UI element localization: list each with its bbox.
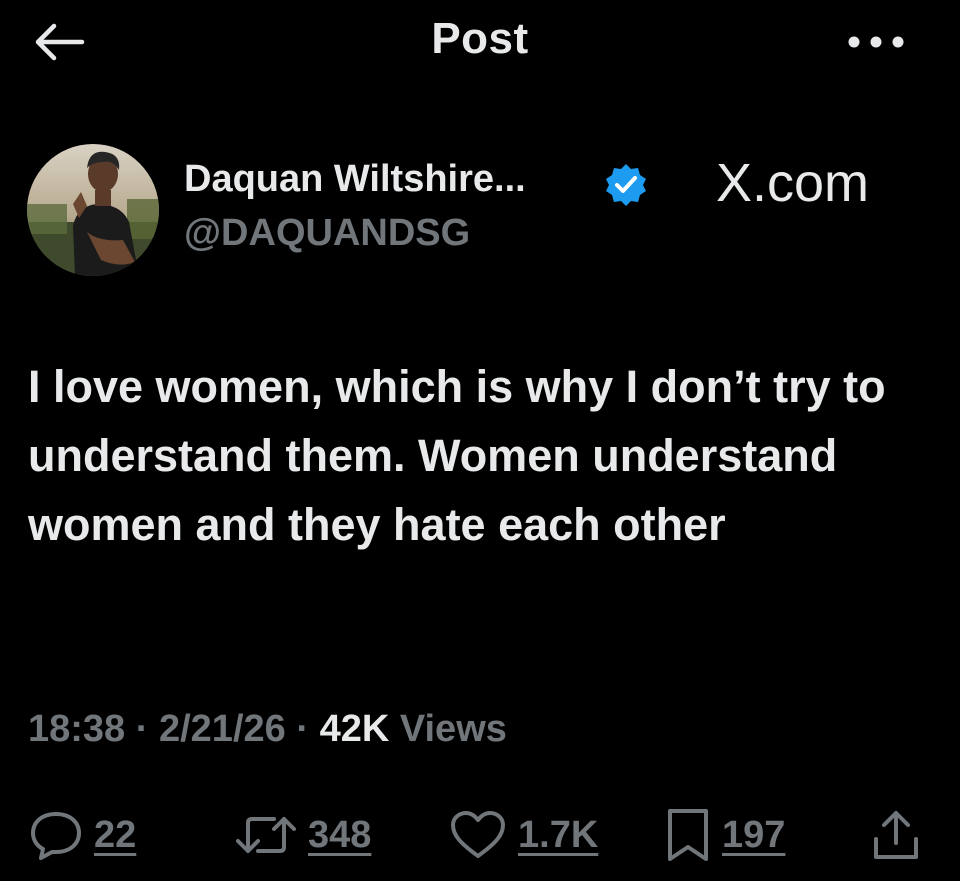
- post-date: 2/21/26: [158, 708, 286, 750]
- repost-button[interactable]: 348: [234, 800, 371, 870]
- author-display-name[interactable]: Daquan Wiltshire...: [184, 158, 526, 201]
- meta-separator: ·: [135, 708, 149, 750]
- avatar-photo: [27, 144, 159, 276]
- bookmark-icon: [668, 809, 708, 861]
- heart-icon: [451, 811, 505, 858]
- top-bar: Post: [0, 0, 960, 90]
- reply-button[interactable]: 22: [28, 800, 136, 870]
- like-button[interactable]: 1.7K: [448, 800, 598, 870]
- bookmark-count: 197: [722, 813, 786, 856]
- post-time: 18:38: [28, 708, 126, 750]
- post-meta: 18:38 · 2/21/26 · 42K Views: [28, 708, 507, 751]
- views-count: 42K: [319, 708, 390, 750]
- post-text: I love women, which is why I don’t try t…: [28, 361, 886, 550]
- avatar[interactable]: [27, 144, 159, 276]
- author-handle[interactable]: @DAQUANDSG: [184, 212, 470, 255]
- reply-count: 22: [94, 813, 137, 856]
- action-bar: 22 348 1.7K 197: [0, 800, 960, 870]
- xcom-watermark: X.com: [716, 153, 870, 213]
- repost-count: 348: [308, 813, 372, 856]
- page-title: Post: [431, 14, 529, 63]
- verified-badge-icon: [606, 164, 646, 206]
- views-label: Views: [399, 708, 507, 750]
- repost-icon: [236, 817, 296, 853]
- like-count: 1.7K: [518, 813, 599, 856]
- reply-icon: [31, 812, 81, 860]
- meta-separator: ·: [296, 708, 309, 750]
- more-button[interactable]: [838, 22, 914, 62]
- share-icon: [874, 811, 918, 859]
- more-horizontal-icon: [848, 36, 904, 48]
- share-button[interactable]: [868, 800, 924, 870]
- bookmark-button[interactable]: 197: [664, 800, 785, 870]
